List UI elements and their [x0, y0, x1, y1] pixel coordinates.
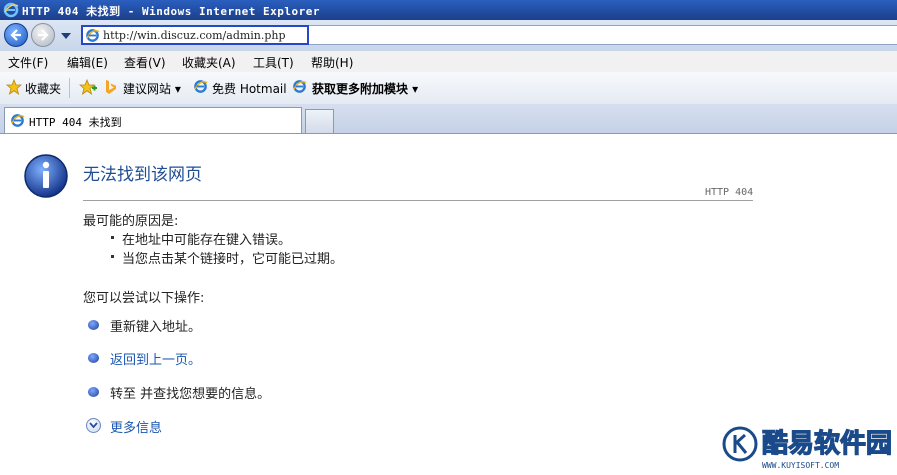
free-hotmail-link[interactable]: 免费 Hotmail	[212, 80, 287, 97]
ie-logo-icon	[3, 2, 19, 18]
tab-ie-icon	[11, 114, 25, 127]
watermark-subtext: WWW.KUYISOFT.COM	[762, 461, 839, 470]
address-url: http://win.discuz.com/admin.php	[103, 29, 286, 42]
bing-icon	[106, 80, 116, 94]
add-favorite-icon[interactable]	[79, 79, 97, 95]
tab-bar: HTTP 404 未找到	[0, 104, 897, 134]
info-icon	[24, 154, 68, 198]
hotmail-ie-icon	[194, 80, 208, 93]
expand-more-info-icon[interactable]	[86, 418, 101, 433]
page-ie-icon	[86, 29, 100, 42]
address-bar[interactable]: http://win.discuz.com/admin.php	[81, 25, 309, 45]
address-bar-extension[interactable]	[309, 25, 897, 45]
menu-tools[interactable]: 工具(T)	[253, 54, 294, 71]
menu-view[interactable]: 查看(V)	[124, 54, 166, 71]
title-divider	[83, 200, 753, 201]
menu-bar: 文件(F) 编辑(E) 查看(V) 收藏夹(A) 工具(T) 帮助(H)	[0, 51, 897, 73]
action-retype-address: 重新键入地址。	[110, 320, 202, 335]
reasons-heading: 最可能的原因是:	[83, 214, 179, 229]
recent-pages-dropdown-icon[interactable]	[61, 33, 71, 39]
chevron-down-icon	[89, 422, 98, 429]
menu-help[interactable]: 帮助(H)	[311, 54, 353, 71]
action-bullet	[88, 353, 99, 363]
new-tab-button[interactable]	[305, 109, 334, 133]
try-heading: 您可以尝试以下操作:	[83, 291, 205, 306]
reason-item: 当您点击某个链接时，它可能已过期。	[122, 252, 344, 267]
forward-button[interactable]	[31, 23, 55, 47]
arrow-right-icon	[38, 29, 49, 41]
window-title: HTTP 404 未找到 - Windows Internet Explorer	[22, 5, 321, 18]
suggested-sites-link[interactable]: 建议网站 ▾	[123, 80, 181, 97]
toolbar-separator	[69, 78, 70, 98]
star-icon	[6, 79, 22, 95]
reason-bullet	[111, 236, 114, 239]
action-bullet	[88, 387, 99, 397]
favorites-button[interactable]: 收藏夹	[25, 80, 61, 97]
action-bullet	[88, 320, 99, 330]
page-title: 无法找到该网页	[83, 165, 202, 185]
tab-title: HTTP 404 未找到	[29, 116, 122, 129]
menu-edit[interactable]: 编辑(E)	[67, 54, 108, 71]
favorites-bar: 收藏夹 建议网站 ▾ 免费 Hotmail 获取更多附加模块 ▾	[0, 72, 897, 105]
go-back-link[interactable]: 返回到上一页。	[110, 349, 201, 368]
arrow-left-icon	[10, 29, 21, 41]
get-more-addons-link[interactable]: 获取更多附加模块 ▾	[312, 80, 418, 97]
window-titlebar[interactable]: HTTP 404 未找到 - Windows Internet Explorer	[0, 0, 897, 20]
addons-ie-icon	[293, 80, 307, 93]
address-row: http://win.discuz.com/admin.php	[0, 20, 897, 51]
error-code: HTTP 404	[705, 187, 754, 198]
watermark-text: 酷易软件园	[762, 429, 892, 459]
reason-bullet	[111, 255, 114, 258]
reason-item: 在地址中可能存在键入错误。	[122, 233, 292, 248]
tab-active[interactable]: HTTP 404 未找到	[4, 107, 302, 133]
kuyisoft-watermark-logo: 酷易软件园 WWW.KUYISOFT.COM	[722, 426, 893, 470]
menu-favorites[interactable]: 收藏夹(A)	[182, 54, 236, 71]
menu-file[interactable]: 文件(F)	[8, 54, 48, 71]
more-info-link[interactable]: 更多信息	[110, 417, 162, 436]
action-goto-search: 转至 并查找您想要的信息。	[110, 387, 271, 402]
back-button[interactable]	[4, 23, 28, 47]
